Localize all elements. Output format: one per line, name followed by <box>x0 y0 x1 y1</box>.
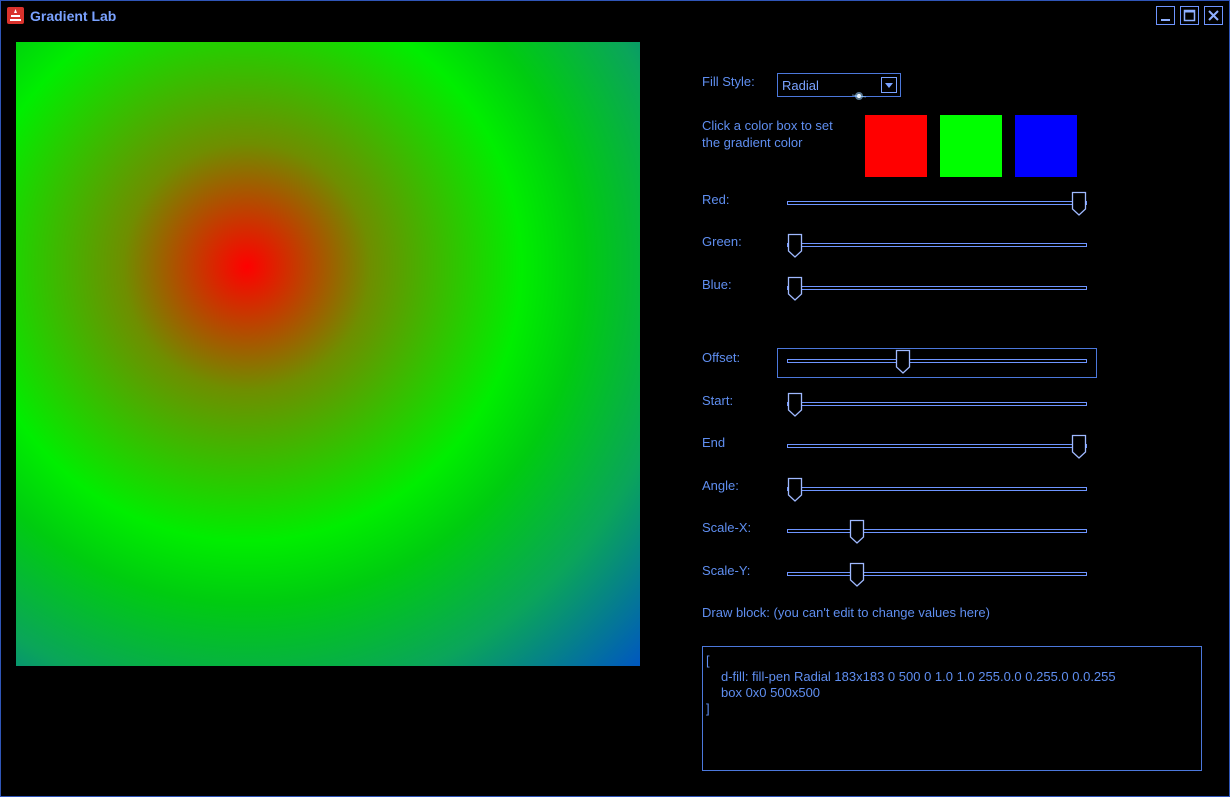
chevron-down-icon[interactable] <box>881 77 897 93</box>
draw-block-line: [ <box>706 653 710 668</box>
blue-slider[interactable] <box>787 276 1087 302</box>
minimize-button[interactable] <box>1156 6 1175 25</box>
offset-slider[interactable] <box>787 349 1087 375</box>
green-slider[interactable] <box>787 233 1087 259</box>
red-slider[interactable] <box>787 191 1087 217</box>
mouse-cursor-glow-icon <box>851 88 868 100</box>
slider-thumb[interactable] <box>849 519 865 545</box>
start-label: Start: <box>702 393 734 408</box>
green-label: Green: <box>702 234 742 249</box>
close-icon <box>1208 10 1219 21</box>
offset-label: Offset: <box>702 350 741 365</box>
color-hint-line-2: the gradient color <box>702 135 803 150</box>
slider-track[interactable] <box>787 359 1087 363</box>
title-bar[interactable]: Gradient Lab <box>1 1 1229 31</box>
start-slider[interactable] <box>787 392 1087 418</box>
slider-track[interactable] <box>787 572 1087 576</box>
slider-thumb[interactable] <box>849 562 865 588</box>
slider-thumb[interactable] <box>895 349 911 375</box>
color-hint-text: Click a color box to set the gradient co… <box>702 117 854 151</box>
window-title: Gradient Lab <box>30 8 117 24</box>
angle-slider[interactable] <box>787 477 1087 503</box>
slider-track[interactable] <box>787 201 1087 205</box>
red-label: Red: <box>702 192 730 207</box>
gradient-preview-canvas <box>16 42 640 666</box>
slider-thumb[interactable] <box>1071 434 1087 460</box>
fill-style-label: Fill Style: <box>702 74 755 89</box>
color-swatch-red[interactable] <box>865 115 927 177</box>
fill-style-select[interactable]: Radial <box>777 73 901 97</box>
slider-track[interactable] <box>787 529 1087 533</box>
scale-y-label: Scale-Y: <box>702 563 751 578</box>
slider-track[interactable] <box>787 402 1087 406</box>
color-hint-line-1: Click a color box to set <box>702 118 833 133</box>
slider-track[interactable] <box>787 487 1087 491</box>
draw-block-label: Draw block: (you can't edit to change va… <box>702 605 990 620</box>
slider-track[interactable] <box>787 243 1087 247</box>
draw-block-textarea[interactable]: [ d-fill: fill-pen Radial 183x183 0 500 … <box>702 646 1202 771</box>
maximize-icon <box>1183 9 1196 22</box>
app-icon <box>7 7 24 24</box>
scale-y-slider[interactable] <box>787 562 1087 588</box>
slider-thumb[interactable] <box>787 233 803 259</box>
scale-x-label: Scale-X: <box>702 520 752 535</box>
minimize-icon <box>1161 19 1170 21</box>
draw-block-line: ] <box>706 701 710 716</box>
end-slider[interactable] <box>787 434 1087 460</box>
draw-block-line: box 0x0 500x500 <box>721 685 821 700</box>
fill-style-value: Radial <box>782 78 819 93</box>
slider-thumb[interactable] <box>787 276 803 302</box>
slider-track[interactable] <box>787 444 1087 448</box>
color-swatch-blue[interactable] <box>1015 115 1077 177</box>
slider-track[interactable] <box>787 286 1087 290</box>
blue-label: Blue: <box>702 277 732 292</box>
maximize-button[interactable] <box>1180 6 1199 25</box>
app-window: Gradient Lab Fill Style: Radial Click a … <box>0 0 1230 797</box>
close-button[interactable] <box>1204 6 1223 25</box>
draw-block-line: d-fill: fill-pen Radial 183x183 0 500 0 … <box>721 669 1116 684</box>
slider-thumb[interactable] <box>1071 191 1087 217</box>
angle-label: Angle: <box>702 478 739 493</box>
end-label: End <box>702 435 726 450</box>
scale-x-slider[interactable] <box>787 519 1087 545</box>
slider-thumb[interactable] <box>787 477 803 503</box>
slider-thumb[interactable] <box>787 392 803 418</box>
color-swatch-green[interactable] <box>940 115 1002 177</box>
